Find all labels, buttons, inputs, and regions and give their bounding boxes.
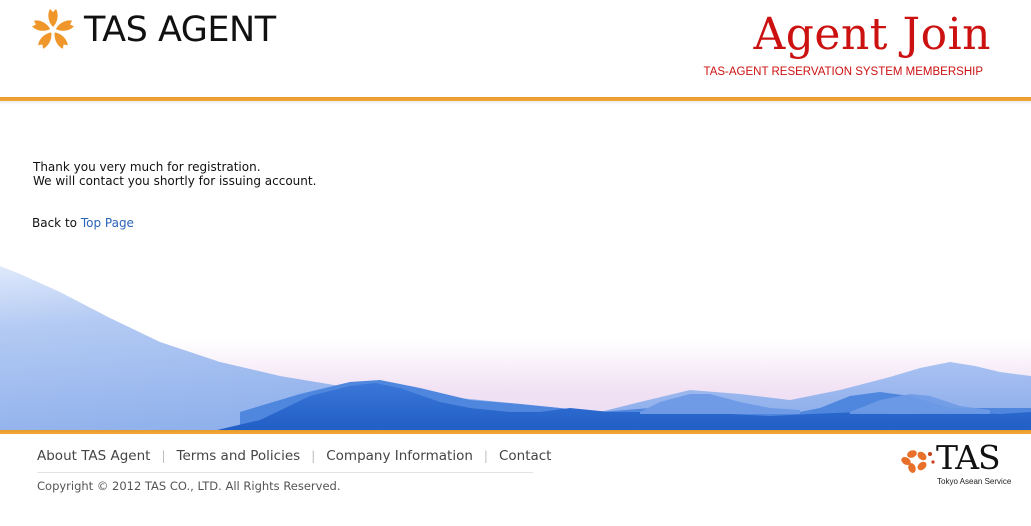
copyright-text: Copyright © 2012 TAS CO., LTD. All Right… [37, 479, 341, 493]
footer-nav: About TAS Agent | Terms and Policies | Compa… [37, 448, 551, 464]
site-logo-text[interactable]: TAS AGENT [84, 8, 276, 52]
footer-link-contact[interactable]: Contact [499, 448, 552, 464]
back-prefix: Back to [32, 216, 77, 230]
site-footer: About TAS Agent | Terms and Policies | Compa… [0, 434, 1031, 526]
footer-link-about[interactable]: About TAS Agent [37, 448, 150, 464]
footer-link-terms[interactable]: Terms and Policies [177, 448, 301, 464]
footer-separator: | [161, 449, 166, 463]
page-title: Agent Join [753, 9, 991, 60]
back-to-top-line: Back to Top Page [32, 216, 134, 230]
sakura-flower-icon [901, 450, 935, 473]
footer-link-company[interactable]: Company Information [326, 448, 473, 464]
mountain-landscape-illustration [0, 262, 1031, 434]
footer-separator: | [311, 449, 316, 463]
footer-logo-text: TAS [936, 438, 1001, 477]
site-header: TAS AGENT Agent Join TAS-AGENT RESERVATI… [0, 0, 1031, 98]
message-line: We will contact you shortly for issuing … [33, 174, 317, 188]
message-line: Thank you very much for registration. [33, 160, 261, 174]
page-subtitle: TAS-AGENT RESERVATION SYSTEM MEMBERSHIP [703, 66, 983, 78]
top-page-link[interactable]: Top Page [81, 216, 134, 230]
footer-nav-divider [37, 472, 533, 473]
footer-separator: | [483, 449, 488, 463]
footer-logo-caption: Tokyo Asean Service [937, 477, 1012, 486]
header-divider-shadow [0, 101, 1031, 105]
sakura-flower-icon [32, 9, 74, 49]
confirmation-message: Thank you very much for registration. We… [33, 160, 316, 188]
